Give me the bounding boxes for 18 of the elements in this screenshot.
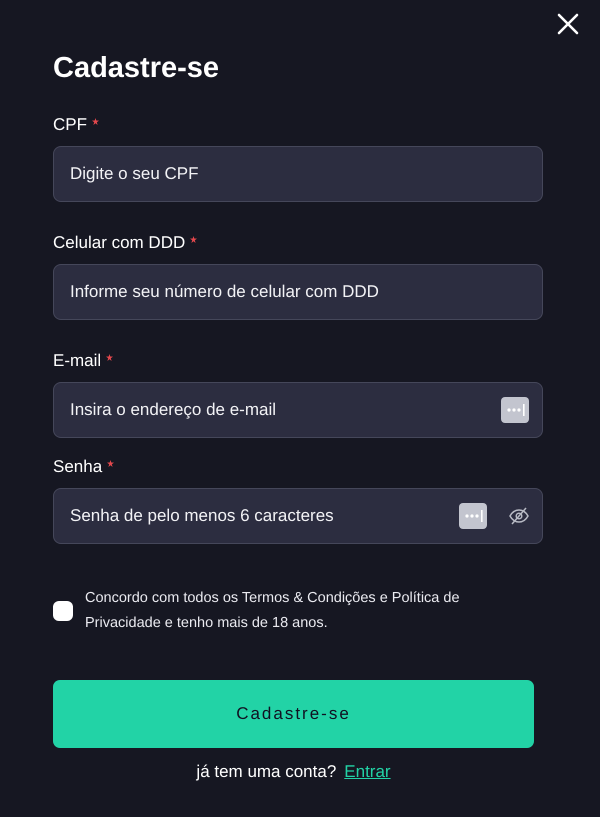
autofill-icon[interactable]	[459, 503, 487, 529]
login-prompt: já tem uma conta?	[196, 762, 336, 782]
field-label: Celular com DDD	[53, 232, 186, 254]
input-field[interactable]: Informe seu número de celular com DDD	[53, 264, 543, 320]
submit-button[interactable]: Cadastre-se	[53, 680, 534, 748]
field-label: E-mail	[53, 350, 102, 372]
close-icon[interactable]	[557, 13, 579, 35]
input-field[interactable]: Digite o seu CPF	[53, 146, 543, 202]
dialog-title: Cadastre-se	[53, 51, 220, 86]
checkbox[interactable]	[53, 601, 73, 621]
eye-slash-icon[interactable]	[509, 507, 529, 525]
autofill-icon[interactable]	[501, 397, 529, 423]
field-label: Senha	[53, 456, 102, 478]
input-field[interactable]: Senha de pelo menos 6 caracteres	[53, 488, 543, 544]
field-label: CPF	[53, 114, 87, 136]
agreement-text: Concordo com todos os Termos & Condições e Política de Privacidade e tenho mais de 18 anos.	[85, 589, 461, 633]
input-field[interactable]: Insira o endereço de e-mail	[53, 382, 543, 438]
login-link[interactable]: Entrar	[344, 762, 391, 782]
